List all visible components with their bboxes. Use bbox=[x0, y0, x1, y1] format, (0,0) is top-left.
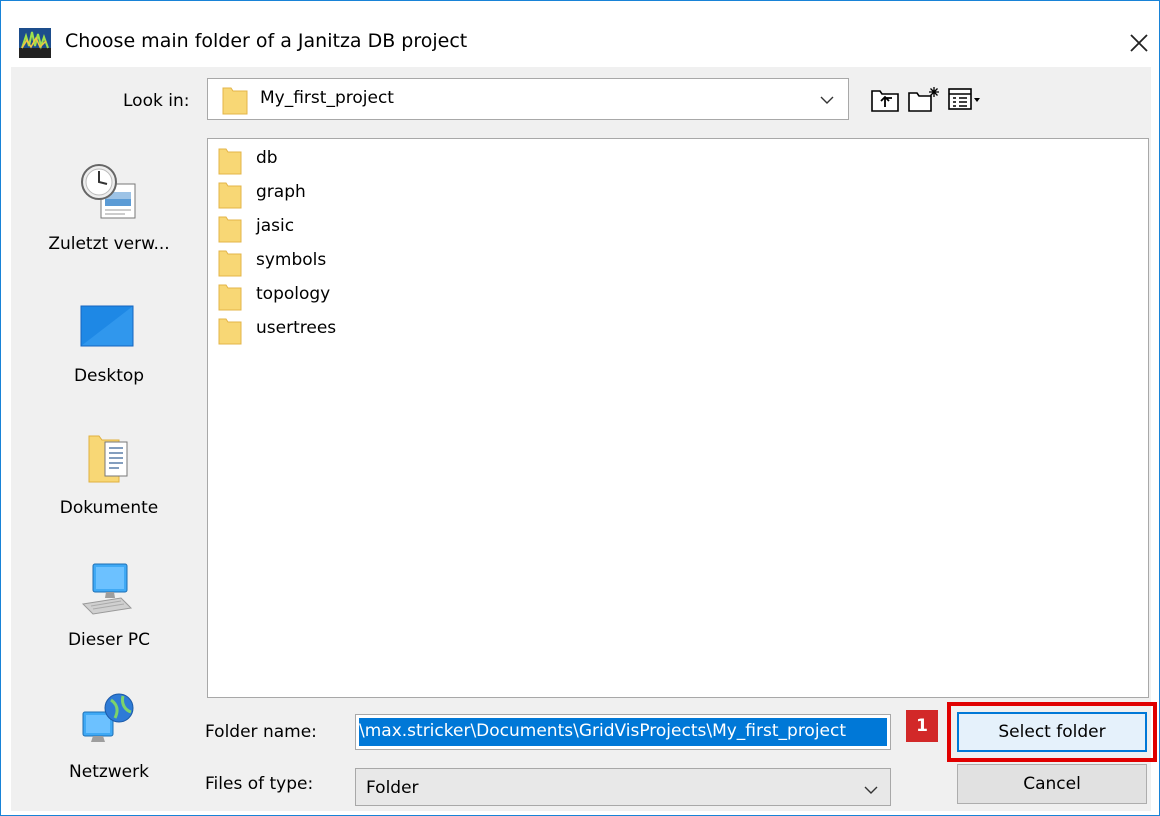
documents-icon bbox=[88, 435, 128, 483]
create-new-folder-icon[interactable] bbox=[907, 85, 941, 113]
folder-icon bbox=[218, 216, 242, 243]
folder-icon bbox=[218, 148, 242, 175]
list-item[interactable]: usertrees bbox=[214, 313, 514, 347]
look-in-value: My_first_project bbox=[260, 88, 394, 108]
folder-icon bbox=[218, 284, 242, 311]
folder-name: graph bbox=[256, 182, 306, 202]
desktop-icon bbox=[80, 305, 134, 347]
network-icon bbox=[82, 693, 134, 742]
folder-name-label: Folder name: bbox=[205, 722, 317, 742]
folder-name-value: \max.stricker\Documents\GridVisProjects\… bbox=[359, 721, 847, 741]
place-label: Dieser PC bbox=[67, 630, 151, 650]
close-icon[interactable] bbox=[1119, 23, 1159, 63]
places-bar: Zuletzt verw... Desktop Dokumente Dieser… bbox=[21, 138, 197, 810]
folder-list[interactable]: db graph jasic symbols topology usertree… bbox=[207, 138, 1149, 698]
place-desktop[interactable]: Desktop bbox=[21, 278, 197, 406]
step-badge: 1 bbox=[906, 710, 938, 742]
choose-folder-dialog: Choose main folder of a Janitza DB proje… bbox=[0, 0, 1160, 816]
folder-name-selection: \max.stricker\Documents\GridVisProjects\… bbox=[359, 718, 887, 746]
place-label: Dokumente bbox=[59, 498, 159, 518]
folder-name-input[interactable]: \max.stricker\Documents\GridVisProjects\… bbox=[355, 714, 891, 750]
computer-icon bbox=[81, 563, 133, 615]
look-in-combo[interactable]: My_first_project bbox=[207, 78, 849, 120]
files-of-type-select[interactable]: Folder bbox=[355, 768, 891, 806]
folder-icon bbox=[218, 182, 242, 209]
place-label: Zuletzt verw... bbox=[48, 234, 170, 254]
folder-name: symbols bbox=[256, 250, 327, 270]
folder-icon bbox=[218, 250, 242, 277]
place-label: Netzwerk bbox=[69, 762, 149, 782]
cancel-button[interactable]: Cancel bbox=[957, 764, 1147, 804]
place-recent[interactable]: Zuletzt verw... bbox=[21, 146, 197, 274]
folder-icon bbox=[222, 87, 248, 115]
list-item[interactable]: db bbox=[214, 143, 514, 177]
place-this-pc[interactable]: Dieser PC bbox=[21, 542, 197, 670]
list-item[interactable]: jasic bbox=[214, 211, 514, 245]
look-in-label: Look in: bbox=[123, 91, 190, 111]
files-of-type-label: Files of type: bbox=[205, 774, 314, 794]
files-of-type-value: Folder bbox=[366, 778, 419, 798]
place-documents[interactable]: Dokumente bbox=[21, 410, 197, 538]
folder-name: db bbox=[256, 148, 278, 168]
list-item[interactable]: topology bbox=[214, 279, 514, 313]
place-label: Desktop bbox=[73, 366, 145, 386]
gridvis-app-icon bbox=[19, 28, 51, 58]
up-one-level-icon[interactable] bbox=[869, 85, 903, 113]
folder-name: usertrees bbox=[256, 318, 337, 338]
folder-name: jasic bbox=[256, 216, 295, 236]
list-item[interactable]: symbols bbox=[214, 245, 514, 279]
select-folder-button[interactable]: Select folder bbox=[957, 712, 1147, 752]
chevron-down-icon bbox=[820, 96, 834, 104]
list-item[interactable]: graph bbox=[214, 177, 514, 211]
place-network[interactable]: Netzwerk bbox=[21, 674, 197, 802]
recent-items-icon bbox=[81, 164, 136, 219]
chevron-down-icon bbox=[864, 786, 878, 794]
folder-icon bbox=[218, 318, 242, 345]
window-title: Choose main folder of a Janitza DB proje… bbox=[65, 30, 468, 52]
view-menu-icon[interactable] bbox=[947, 85, 981, 113]
folder-name: topology bbox=[256, 284, 331, 304]
